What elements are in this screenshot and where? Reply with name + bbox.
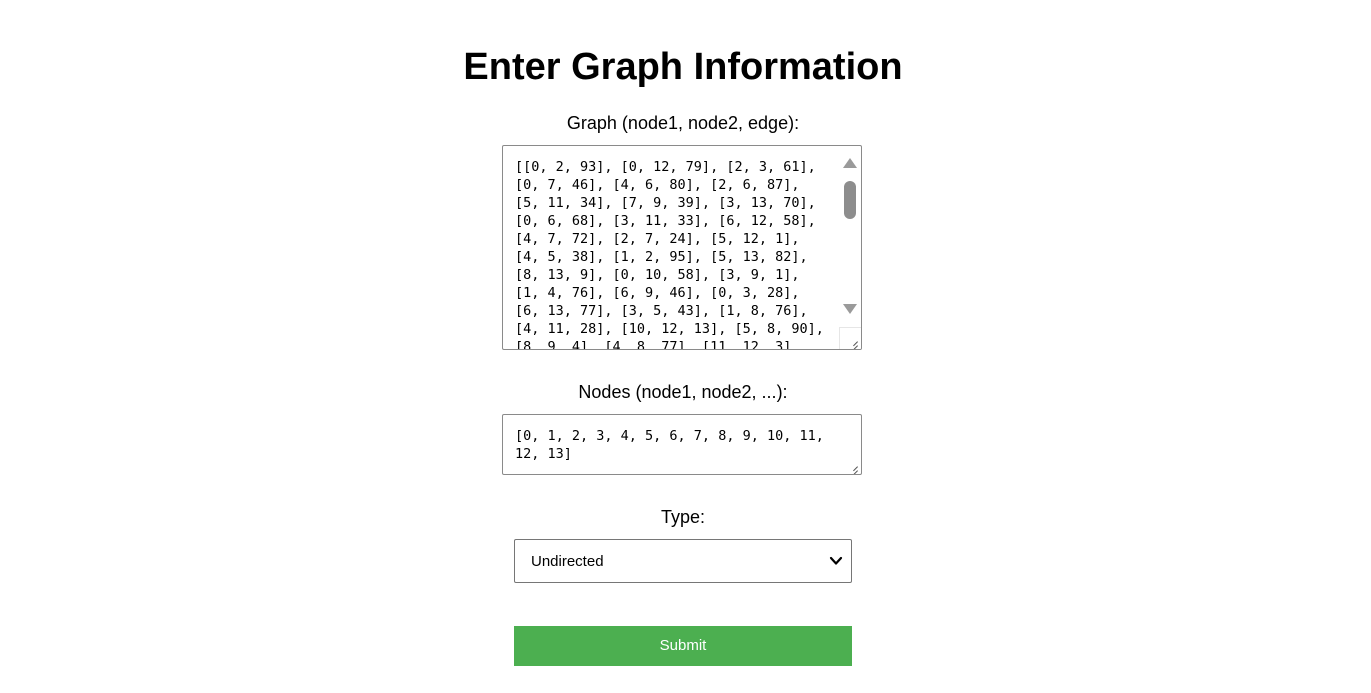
- scroll-down-arrow-icon[interactable]: [843, 304, 857, 314]
- graph-form-page: Enter Graph Information Graph (node1, no…: [0, 0, 1371, 693]
- nodes-textarea-content: [0, 1, 2, 3, 4, 5, 6, 7, 8, 9, 10, 11, 1…: [515, 428, 824, 462]
- graph-textarea[interactable]: [[0, 2, 93], [0, 12, 79], [2, 3, 61], [0…: [502, 145, 862, 350]
- graph-textarea-content: [[0, 2, 93], [0, 12, 79], [2, 3, 61], [0…: [515, 159, 824, 350]
- resize-handle-icon[interactable]: [847, 460, 861, 474]
- scrollbar-thumb[interactable]: [844, 181, 856, 219]
- resize-handle-icon[interactable]: [839, 327, 861, 349]
- chevron-down-icon: [829, 556, 843, 565]
- scroll-up-arrow-icon[interactable]: [843, 158, 857, 168]
- nodes-label: Nodes (node1, node2, ...):: [578, 382, 788, 402]
- graph-scrollbar[interactable]: [839, 146, 861, 326]
- type-label: Type:: [660, 507, 706, 527]
- type-select-value: Undirected: [531, 553, 604, 570]
- graph-label: Graph (node1, node2, edge):: [566, 113, 800, 133]
- type-select[interactable]: Undirected: [514, 539, 852, 583]
- page-title: Enter Graph Information: [463, 46, 903, 88]
- nodes-textarea[interactable]: [0, 1, 2, 3, 4, 5, 6, 7, 8, 9, 10, 11, 1…: [502, 414, 862, 475]
- submit-button[interactable]: Submit: [514, 626, 852, 666]
